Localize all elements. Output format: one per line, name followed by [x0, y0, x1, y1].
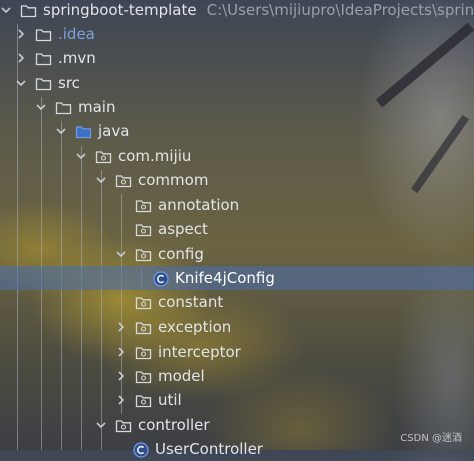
tree-label: com.mijiu [118, 147, 192, 165]
package-icon [135, 247, 152, 262]
package-icon [135, 369, 152, 384]
package-icon [135, 198, 152, 213]
tree-label: constant [158, 293, 224, 311]
tree-row-idea[interactable]: .idea [0, 22, 474, 46]
watermark: CSDN @迷酒 [400, 433, 462, 444]
tree-row-model[interactable]: model [0, 364, 474, 388]
tree-row-mvn[interactable]: .mvn [0, 46, 474, 70]
package-icon [115, 173, 132, 188]
chevron-down-icon[interactable] [95, 419, 107, 431]
tree-row-constant[interactable]: constant [0, 290, 474, 314]
chevron-down-icon[interactable] [0, 4, 12, 16]
tree-row-knife4jconfig[interactable]: Knife4jConfig [0, 266, 474, 290]
java-class-icon [153, 270, 169, 287]
folder-icon [35, 51, 52, 66]
tree-label: commom [138, 171, 209, 189]
folder-icon [55, 100, 72, 115]
tree-row-exception[interactable]: exception [0, 315, 474, 339]
chevron-right-icon[interactable] [115, 346, 127, 358]
package-icon [135, 320, 152, 335]
chevron-down-icon[interactable] [75, 150, 87, 162]
tree-label: controller [138, 416, 210, 434]
chevron-right-icon[interactable] [15, 28, 27, 40]
project-name: springboot-template [43, 1, 197, 19]
chevron-right-icon[interactable] [115, 370, 127, 382]
tree-label: config [158, 245, 204, 263]
chevron-right-icon[interactable] [115, 394, 127, 406]
tree-label: exception [158, 318, 232, 336]
folder-icon [35, 76, 52, 91]
tree-row-util[interactable]: util [0, 388, 474, 412]
tree-row-src[interactable]: src [0, 71, 474, 95]
tree-row-config[interactable]: config [0, 242, 474, 266]
tree-row-com-mijiu[interactable]: com.mijiu [0, 144, 474, 168]
package-icon [95, 149, 112, 164]
project-path: C:\Users\mijiupro\IdeaProjects\sprin [206, 1, 474, 19]
chevron-down-icon[interactable] [15, 77, 27, 89]
tree-row-project-root[interactable]: springboot-template C:\Users\mijiupro\Id… [0, 0, 474, 22]
tree-row-interceptor[interactable]: interceptor [0, 340, 474, 364]
tree-label: src [58, 74, 80, 92]
package-icon [135, 295, 152, 310]
tree-label: model [158, 367, 205, 385]
tree-row-commom[interactable]: commom [0, 168, 474, 192]
chevron-down-icon[interactable] [115, 248, 127, 260]
chevron-down-icon[interactable] [95, 174, 107, 186]
tree-label: interceptor [158, 343, 241, 361]
tree-label: Knife4jConfig [175, 269, 275, 287]
tree-label: annotation [158, 196, 240, 214]
tree-label: main [78, 98, 116, 116]
java-class-icon [133, 441, 149, 458]
package-icon [135, 345, 152, 360]
tree-row-main[interactable]: main [0, 95, 474, 119]
tree-label: .mvn [58, 49, 96, 67]
tree-row-annotation[interactable]: annotation [0, 193, 474, 217]
chevron-right-icon[interactable] [115, 321, 127, 333]
chevron-down-icon[interactable] [55, 125, 67, 137]
tree-label: aspect [158, 220, 208, 238]
package-icon [135, 222, 152, 237]
folder-icon [35, 27, 52, 42]
project-tree[interactable]: springboot-template C:\Users\mijiupro\Id… [0, 0, 474, 458]
tree-label: .idea [58, 25, 95, 43]
tree-row-aspect[interactable]: aspect [0, 217, 474, 241]
folder-icon [20, 3, 37, 18]
package-icon [135, 393, 152, 408]
tree-label: java [98, 122, 130, 140]
chevron-right-icon[interactable] [15, 52, 27, 64]
tree-row-java[interactable]: java [0, 119, 474, 143]
tree-label: util [158, 391, 182, 409]
package-icon [115, 418, 132, 433]
chevron-down-icon[interactable] [35, 101, 47, 113]
tree-label: UserController [155, 440, 263, 458]
source-folder-icon [75, 124, 92, 139]
